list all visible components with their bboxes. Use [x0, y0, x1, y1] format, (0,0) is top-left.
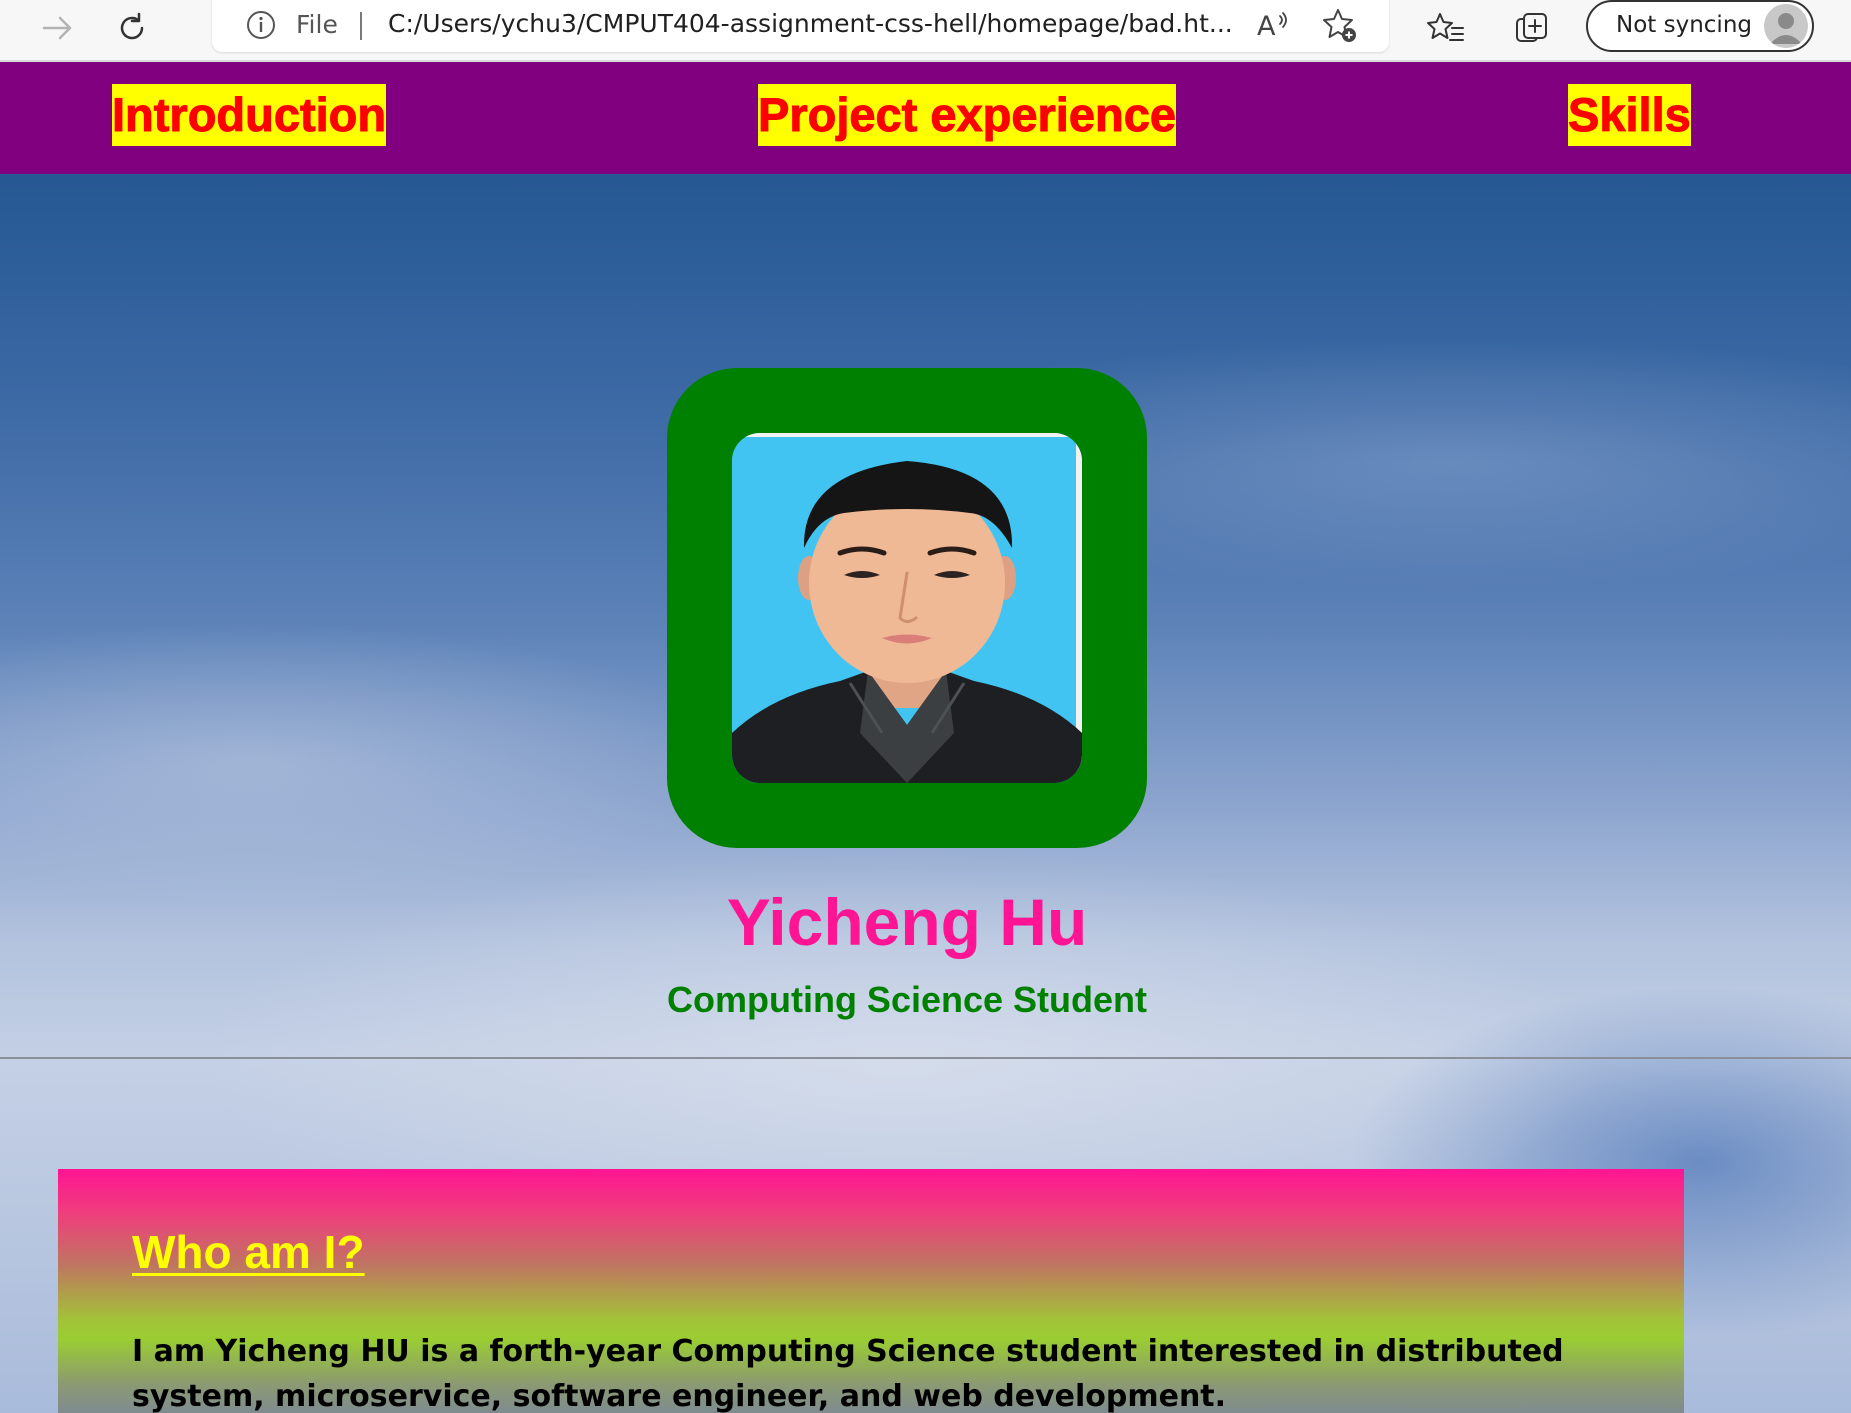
forward-arrow-icon[interactable]: [36, 6, 80, 50]
address-bar[interactable]: File C:/Users/ychu3/CMPUT404-assignment-…: [212, 0, 1389, 52]
about-text: I am Yicheng HU is a forth-year Computin…: [132, 1334, 1564, 1413]
sync-label: Not syncing: [1616, 12, 1752, 38]
profile-subtitle: Computing Science Student: [666, 979, 1148, 1020]
refresh-icon[interactable]: [110, 6, 154, 50]
read-aloud-icon[interactable]: A: [1256, 8, 1292, 47]
profile-photo-frame: [667, 368, 1147, 848]
svg-text:A: A: [1257, 11, 1276, 42]
url-text[interactable]: C:/Users/ychu3/CMPUT404-assignment-css-h…: [388, 9, 1233, 38]
about-heading: Who am I?: [132, 1226, 365, 1278]
section-divider: [0, 1057, 1851, 1059]
file-scheme-label: File: [296, 10, 338, 39]
collections-icon[interactable]: [1510, 6, 1554, 50]
profile-avatar-icon: [1764, 4, 1808, 48]
sync-status-button[interactable]: Not syncing: [1586, 0, 1814, 52]
page-content: Introduction Project experience Skills Y…: [0, 62, 1851, 1413]
nav-link-project-experience[interactable]: Project experience: [758, 84, 1177, 146]
add-favorite-icon[interactable]: [1320, 6, 1360, 51]
nav-link-skills[interactable]: Skills: [1568, 84, 1691, 146]
profile-name: Yicheng Hu: [726, 885, 1088, 959]
address-separator: [360, 12, 362, 40]
profile-photo: [732, 433, 1082, 783]
info-icon[interactable]: [246, 10, 276, 40]
favorites-icon[interactable]: [1424, 6, 1468, 50]
about-section: Who am I? I am Yicheng HU is a forth-yea…: [58, 1169, 1684, 1413]
top-nav: Introduction Project experience Skills: [0, 62, 1851, 174]
nav-link-introduction[interactable]: Introduction: [111, 84, 387, 146]
browser-toolbar: File C:/Users/ychu3/CMPUT404-assignment-…: [0, 0, 1851, 62]
